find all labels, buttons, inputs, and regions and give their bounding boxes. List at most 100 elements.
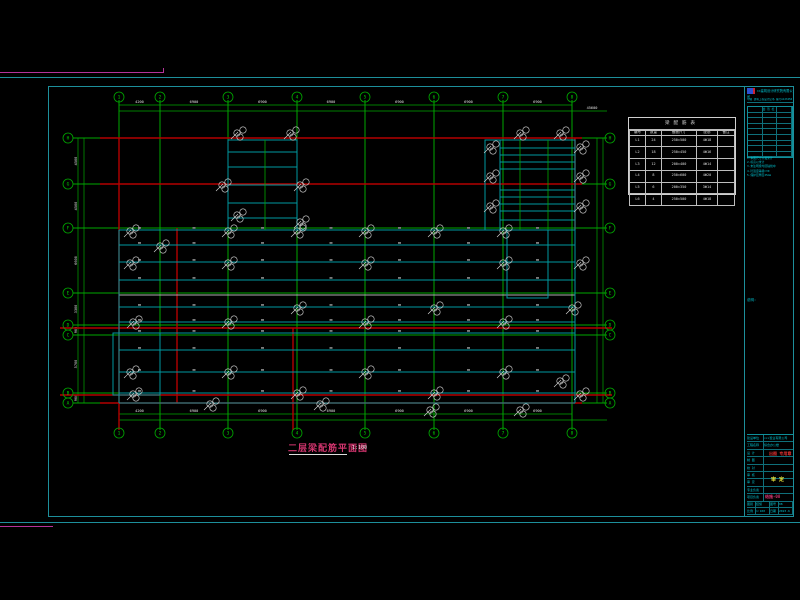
cert-line: 甲级 建筑工程设计证书 编号A123456 bbox=[747, 98, 793, 103]
svg-text:6900: 6900 bbox=[533, 100, 542, 104]
notes-label: 说明: bbox=[747, 298, 793, 303]
svg-text:4500: 4500 bbox=[74, 157, 78, 166]
svg-text:6900: 6900 bbox=[327, 100, 336, 104]
svg-text:6900: 6900 bbox=[258, 409, 267, 413]
approval-mark: 审 定 bbox=[771, 478, 784, 484]
signature-grid: 建设单位×××置业有限公司工程名称综合办公楼设 计制 图校 对审 核审 定专业负… bbox=[747, 434, 793, 502]
svg-text:D: D bbox=[67, 323, 70, 329]
svg-text:6900: 6900 bbox=[190, 409, 199, 413]
sheet-info-grid: 图别结施图号08比例1:100日期2023.6 bbox=[747, 501, 793, 515]
svg-text:3300: 3300 bbox=[74, 305, 78, 314]
svg-text:1: 1 bbox=[118, 95, 121, 101]
schedule-cell: 4Φ18 bbox=[696, 135, 717, 147]
schedule-cell: L4 bbox=[630, 170, 646, 182]
svg-text:8: 8 bbox=[571, 431, 574, 437]
schedule-cell: L2 bbox=[630, 147, 646, 159]
schedule-cell: 6 bbox=[645, 182, 661, 194]
beam-tag-bubbles bbox=[124, 127, 589, 417]
svg-text:6900: 6900 bbox=[395, 409, 404, 413]
beam-schedule-grid: 编号数量截面尺寸配筋备注 L124250×5004Φ18L218250×4504… bbox=[629, 130, 735, 206]
svg-text:6900: 6900 bbox=[533, 409, 542, 413]
schedule-cell: 4Φ20 bbox=[696, 170, 717, 182]
schedule-cell: 12 bbox=[645, 159, 661, 171]
axis-grid bbox=[73, 100, 607, 430]
sheet-info-row: 比例1:100日期2023.6 bbox=[747, 508, 793, 515]
schedule-cell: 250×500 bbox=[661, 135, 696, 147]
svg-text:4200: 4200 bbox=[135, 409, 144, 413]
svg-text:F: F bbox=[67, 226, 70, 232]
schedule-cell bbox=[717, 147, 734, 159]
svg-text:E: E bbox=[609, 291, 612, 297]
schedule-cell: 4Φ16 bbox=[696, 147, 717, 159]
svg-text:F: F bbox=[609, 226, 612, 232]
svg-text:C: C bbox=[67, 333, 70, 339]
axis-bubbles: 1122334455667788HHGGFFEEDDCCBBAA bbox=[63, 92, 615, 438]
svg-text:A: A bbox=[609, 401, 612, 407]
svg-text:6900: 6900 bbox=[464, 409, 473, 413]
svg-text:H: H bbox=[609, 136, 612, 142]
floor-plan-canvas[interactable]: 4200420069006900690069006900690069006900… bbox=[0, 0, 800, 600]
schedule-row: L312200×4004Φ14 bbox=[630, 159, 735, 171]
note-line: 5.保护层厚度25mm bbox=[747, 173, 793, 177]
signature-row: 校 对 bbox=[747, 465, 793, 472]
svg-text:C: C bbox=[609, 333, 612, 339]
signature-row: 审 定 bbox=[747, 479, 793, 486]
schedule-row: L64250×5004Φ18 bbox=[630, 194, 735, 206]
svg-text:G: G bbox=[609, 182, 612, 188]
schedule-cell: 8 bbox=[645, 170, 661, 182]
schedule-cell bbox=[717, 182, 734, 194]
schedule-cell bbox=[717, 194, 734, 206]
schedule-row: L124250×5004Φ18 bbox=[630, 135, 735, 147]
svg-text:5: 5 bbox=[364, 431, 367, 437]
svg-text:6: 6 bbox=[433, 431, 436, 437]
svg-text:6900: 6900 bbox=[327, 409, 336, 413]
schedule-row: L48250×6004Φ20 bbox=[630, 170, 735, 182]
beam-lines bbox=[113, 140, 575, 403]
svg-text:2: 2 bbox=[159, 95, 162, 101]
svg-text:4: 4 bbox=[296, 431, 299, 437]
cad-viewport[interactable]: 4200420069006900690069006900690069006900… bbox=[0, 0, 800, 600]
svg-text:900: 900 bbox=[74, 395, 78, 402]
schedule-row: L218250×4504Φ16 bbox=[630, 147, 735, 159]
signature-row: 建设单位×××置业有限公司 bbox=[747, 435, 793, 442]
svg-text:6900: 6900 bbox=[464, 100, 473, 104]
schedule-cell bbox=[717, 159, 734, 171]
drawing-number: 结施-08 bbox=[765, 494, 780, 500]
signature-row: 工程名称综合办公楼 bbox=[747, 442, 793, 449]
signature-row: 审 核 bbox=[747, 472, 793, 479]
svg-text:4: 4 bbox=[296, 95, 299, 101]
sheet-info-row: 图别结施图号08 bbox=[747, 501, 793, 508]
red-stamp: 出图 专用章 bbox=[769, 452, 791, 457]
schedule-cell: 250×500 bbox=[661, 194, 696, 206]
svg-text:4200: 4200 bbox=[135, 100, 144, 104]
sign-off-grid: 会 签 栏 bbox=[747, 106, 793, 158]
schedule-cell bbox=[717, 170, 734, 182]
beam-schedule-title: 梁配筋表 bbox=[629, 118, 735, 130]
red-grid-lines bbox=[60, 138, 612, 430]
schedule-cell bbox=[717, 135, 734, 147]
company-logo-icon bbox=[747, 88, 755, 94]
svg-text:B: B bbox=[67, 391, 70, 397]
signature-row: 制 图 bbox=[747, 457, 793, 464]
svg-text:5700: 5700 bbox=[74, 360, 78, 369]
svg-text:6900: 6900 bbox=[190, 100, 199, 104]
svg-text:G: G bbox=[67, 182, 70, 188]
schedule-cell: L1 bbox=[630, 135, 646, 147]
svg-text:5: 5 bbox=[364, 95, 367, 101]
beam-schedule-table: 梁配筋表 编号数量截面尺寸配筋备注 L124250×5004Φ18L218250… bbox=[628, 117, 736, 195]
svg-text:E: E bbox=[67, 291, 70, 297]
schedule-cell: L3 bbox=[630, 159, 646, 171]
schedule-cell: 250×450 bbox=[661, 147, 696, 159]
schedule-cell: L5 bbox=[630, 182, 646, 194]
svg-text:6: 6 bbox=[433, 95, 436, 101]
svg-text:4500: 4500 bbox=[74, 202, 78, 211]
schedule-cell: 200×400 bbox=[661, 159, 696, 171]
drawing-scale: 1:100 bbox=[352, 445, 367, 451]
schedule-cell: 200×350 bbox=[661, 182, 696, 194]
svg-text:6900: 6900 bbox=[258, 100, 267, 104]
schedule-cell: 4Φ14 bbox=[696, 159, 717, 171]
svg-text:2: 2 bbox=[159, 431, 162, 437]
svg-text:1: 1 bbox=[118, 431, 121, 437]
svg-text:3: 3 bbox=[227, 431, 230, 437]
svg-text:D: D bbox=[609, 323, 612, 329]
